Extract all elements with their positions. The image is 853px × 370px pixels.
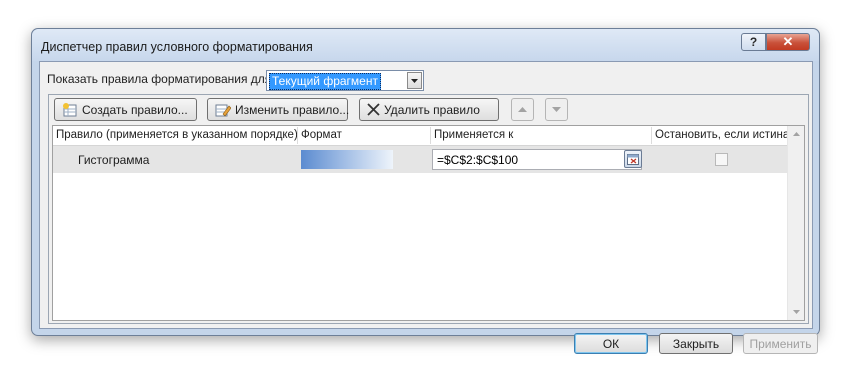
move-down-button[interactable] <box>545 98 568 121</box>
arrow-up-icon <box>518 107 527 112</box>
edit-rule-label: Изменить правило... <box>235 102 350 117</box>
column-header-rule[interactable]: Правило (применяется в указанном порядке… <box>56 129 298 141</box>
rules-list: Правило (применяется в указанном порядке… <box>52 125 805 321</box>
new-rule-icon <box>62 102 78 118</box>
chevron-down-icon[interactable] <box>407 72 422 89</box>
format-preview-databar <box>301 150 393 169</box>
apply-button[interactable]: Применить <box>743 333 818 354</box>
close-icon: ✕ <box>782 34 794 49</box>
create-rule-button[interactable]: Создать правило... <box>54 98 197 121</box>
rules-panel: Создать правило... Изменить правило... У… <box>48 94 809 324</box>
help-icon: ? <box>749 35 758 49</box>
vertical-scrollbar[interactable] <box>787 126 804 320</box>
list-header: Правило (применяется в указанном порядке… <box>53 126 790 146</box>
move-up-button[interactable] <box>511 98 534 121</box>
close-window-button[interactable]: ✕ <box>766 33 810 51</box>
delete-rule-button[interactable]: Удалить правило <box>359 98 499 121</box>
scroll-up-icon[interactable] <box>788 126 804 142</box>
range-select-icon <box>627 153 639 165</box>
column-header-applies-to[interactable]: Применяется к <box>434 129 513 141</box>
range-select-button[interactable] <box>624 150 642 168</box>
column-header-stop-if-true[interactable]: Остановить, если истина <box>655 129 789 141</box>
dialog-body: Показать правила форматирования для: Тек… <box>39 61 818 354</box>
dialog-title: Диспетчер правил условного форматировани… <box>41 40 313 54</box>
scroll-down-icon[interactable] <box>788 304 804 320</box>
dialog-window: Диспетчер правил условного форматировани… <box>31 28 820 354</box>
ok-button[interactable]: ОК <box>574 333 648 354</box>
create-rule-label: Создать правило... <box>82 102 188 117</box>
delete-icon <box>367 103 380 116</box>
close-button[interactable]: Закрыть <box>659 333 733 354</box>
show-rules-dropdown[interactable]: Текущий фрагмент <box>266 70 424 91</box>
column-header-format[interactable]: Формат <box>301 129 342 141</box>
arrow-down-icon <box>552 107 561 112</box>
title-bar[interactable]: Диспетчер правил условного форматировани… <box>32 29 819 61</box>
show-rules-label: Показать правила форматирования для: <box>47 72 275 86</box>
delete-rule-label: Удалить правило <box>384 102 480 117</box>
applies-to-field[interactable] <box>432 149 642 170</box>
stop-if-true-checkbox[interactable] <box>715 153 728 166</box>
table-row[interactable]: Гистограмма <box>53 146 790 173</box>
edit-rule-button[interactable]: Изменить правило... <box>207 98 350 121</box>
rule-name: Гистограмма <box>78 153 150 167</box>
help-button[interactable]: ? <box>741 33 766 51</box>
show-rules-selected: Текущий фрагмент <box>269 73 381 90</box>
edit-rule-icon <box>215 102 231 118</box>
